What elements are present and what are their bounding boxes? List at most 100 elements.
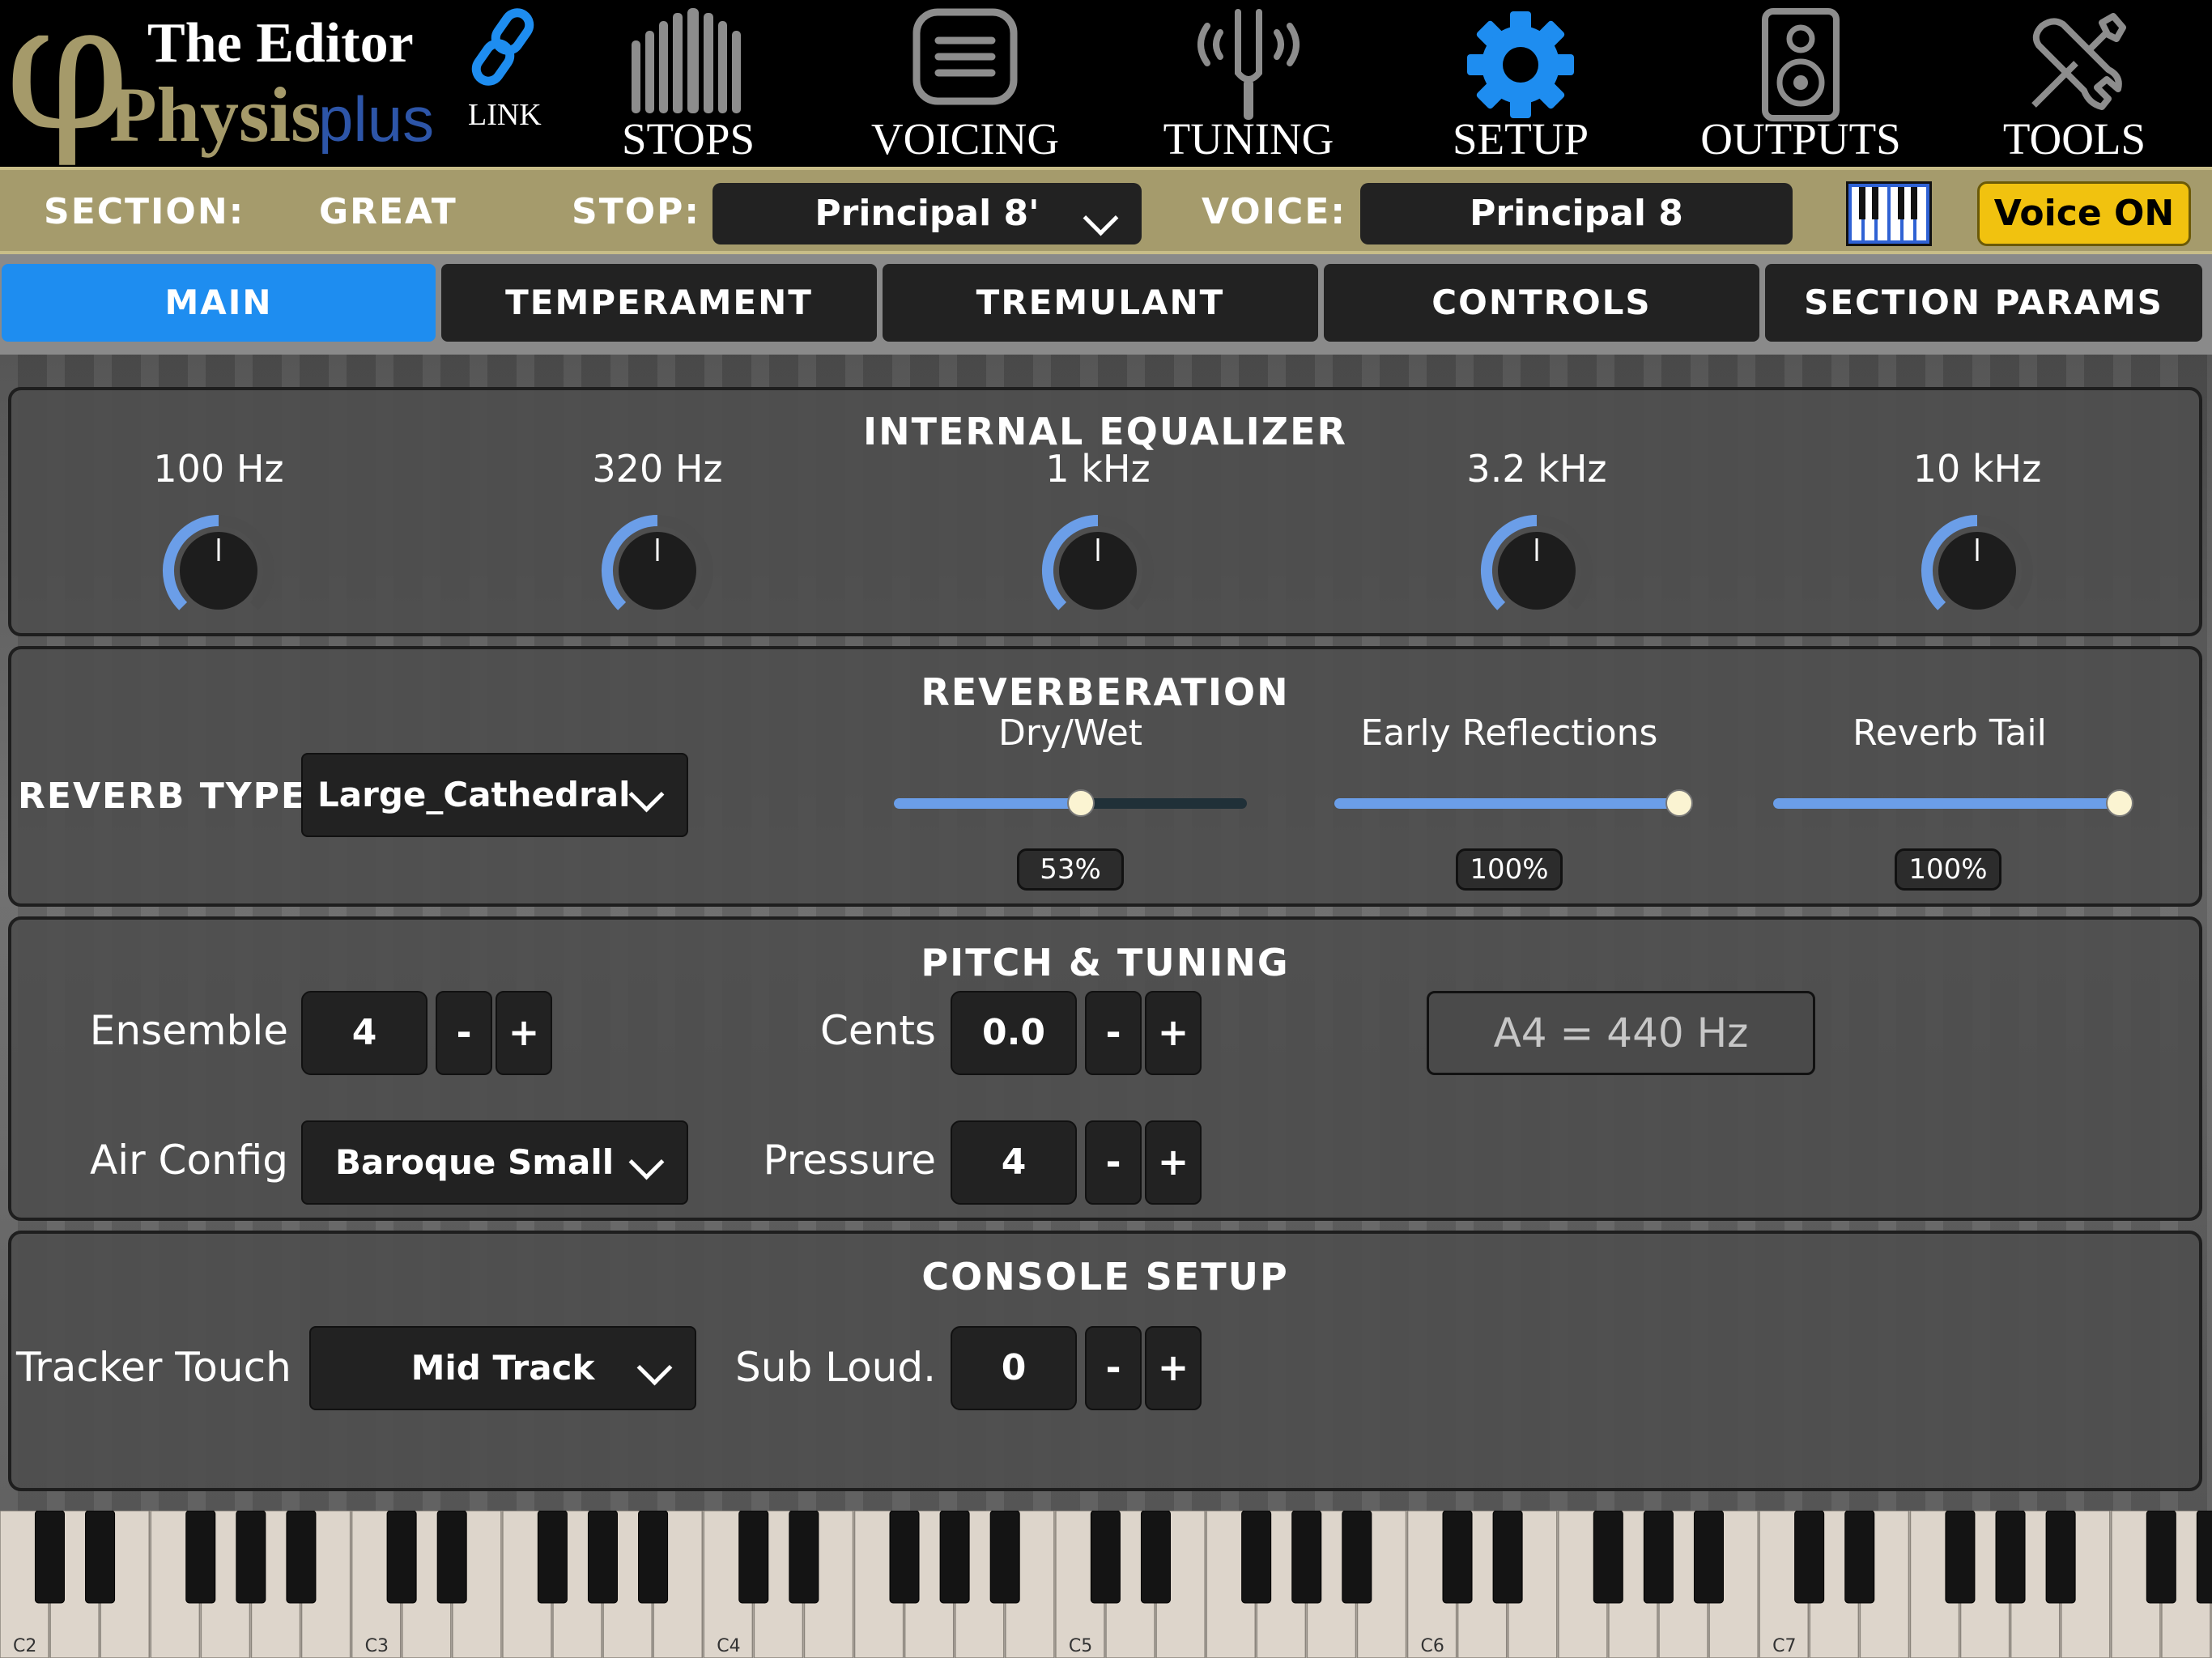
ensemble-value[interactable]: 4 <box>301 991 428 1075</box>
cents-value[interactable]: 0.0 <box>951 991 1077 1075</box>
black-key[interactable] <box>2146 1511 2176 1604</box>
tab-temperament[interactable]: TEMPERAMENT <box>441 264 877 342</box>
eq-knob-100hz[interactable] <box>158 510 279 631</box>
link-icon <box>471 8 534 86</box>
decrement-button[interactable]: - <box>1085 991 1142 1075</box>
air-config-dropdown[interactable]: Baroque Small <box>301 1120 688 1205</box>
decrement-button[interactable]: - <box>1085 1326 1142 1410</box>
gear-icon <box>1467 11 1574 118</box>
reverb-tail-value: 100% <box>1895 848 2001 891</box>
nav-tools[interactable]: TOOLS <box>1969 0 2180 167</box>
decrement-button[interactable]: - <box>1085 1120 1142 1205</box>
black-key[interactable] <box>2196 1511 2212 1604</box>
stop-dropdown[interactable]: Principal 8' <box>713 183 1142 244</box>
black-key[interactable] <box>1693 1511 1724 1604</box>
eq-knob-3-2khz[interactable] <box>1476 510 1597 631</box>
eq-knob-320hz[interactable] <box>597 510 718 631</box>
eq-freq-label: 100 Hz <box>153 447 284 491</box>
nav-setup[interactable]: SETUP <box>1415 0 1626 167</box>
increment-button[interactable]: + <box>496 991 552 1075</box>
nav-tuning[interactable]: TUNING <box>1143 0 1354 167</box>
reverb-type-value: Large_Cathedral <box>317 775 631 814</box>
increment-button[interactable]: + <box>1145 1120 1202 1205</box>
octave-label: C7 <box>1772 1636 1796 1656</box>
black-key[interactable] <box>85 1511 116 1604</box>
dry-wet-label: Dry/Wet <box>998 712 1143 754</box>
black-key[interactable] <box>537 1511 568 1604</box>
eq-knob-10khz[interactable] <box>1916 510 2038 631</box>
black-key[interactable] <box>1593 1511 1623 1604</box>
black-key[interactable] <box>2045 1511 2076 1604</box>
increment-button[interactable]: + <box>1145 1326 1202 1410</box>
reverb-type-dropdown[interactable]: Large_Cathedral <box>301 753 688 837</box>
black-key[interactable] <box>1140 1511 1171 1604</box>
link-button[interactable]: LINK <box>460 0 549 162</box>
voice-field[interactable]: Principal 8 <box>1360 183 1793 244</box>
section-bar: SECTION: GREAT STOP: Principal 8' VOICE:… <box>0 167 2212 254</box>
black-key[interactable] <box>738 1511 769 1604</box>
sub-loud-label: Sub Loud. <box>735 1344 936 1391</box>
black-key[interactable] <box>386 1511 417 1604</box>
slider-thumb[interactable] <box>2106 789 2133 817</box>
black-key[interactable] <box>436 1511 467 1604</box>
black-key[interactable] <box>889 1511 920 1604</box>
black-key[interactable] <box>1995 1511 2026 1604</box>
black-key[interactable] <box>34 1511 65 1604</box>
black-key[interactable] <box>1492 1511 1523 1604</box>
nav-voicing-label: VOICING <box>870 114 1060 164</box>
black-key[interactable] <box>286 1511 317 1604</box>
reverb-tail-slider[interactable] <box>1773 784 2133 824</box>
a4-reference-display: A4 = 440 Hz <box>1427 991 1815 1075</box>
section-value[interactable]: GREAT <box>319 191 457 232</box>
black-key[interactable] <box>789 1511 819 1604</box>
black-key[interactable] <box>1442 1511 1473 1604</box>
logo-brand: Physis <box>109 71 321 158</box>
eq-freq-label: 3.2 kHz <box>1466 447 1607 491</box>
tuning-fork-icon <box>1197 9 1300 120</box>
top-navigation-bar: φ The Editor Physis plus LINK STOPS VOIC… <box>0 0 2212 167</box>
black-key[interactable] <box>638 1511 669 1604</box>
black-key[interactable] <box>1342 1511 1372 1604</box>
early-reflections-slider[interactable] <box>1334 784 1693 824</box>
sub-loud-value[interactable]: 0 <box>951 1326 1077 1410</box>
black-key[interactable] <box>939 1511 970 1604</box>
chevron-down-icon <box>1083 200 1119 236</box>
decrement-button[interactable]: - <box>436 991 492 1075</box>
keyboard-icon[interactable] <box>1846 181 1932 246</box>
eq-freq-label: 1 kHz <box>1045 447 1151 491</box>
increment-button[interactable]: + <box>1145 991 1202 1075</box>
chevron-down-icon <box>636 1350 673 1386</box>
logo-brand-suffix: plus <box>318 83 435 155</box>
slider-thumb[interactable] <box>1665 789 1693 817</box>
tab-section-params[interactable]: SECTION PARAMS <box>1765 264 2202 342</box>
pressure-value[interactable]: 4 <box>951 1120 1077 1205</box>
black-key[interactable] <box>989 1511 1020 1604</box>
slider-thumb[interactable] <box>1067 789 1095 817</box>
tab-tremulant[interactable]: TREMULANT <box>883 264 1318 342</box>
black-key[interactable] <box>1291 1511 1322 1604</box>
nav-outputs[interactable]: OUTPUTS <box>1695 0 1906 167</box>
black-key[interactable] <box>236 1511 266 1604</box>
tab-controls[interactable]: CONTROLS <box>1324 264 1759 342</box>
tracker-touch-dropdown[interactable]: Mid Track <box>309 1326 696 1410</box>
black-key[interactable] <box>185 1511 216 1604</box>
reverb-tail-label: Reverb Tail <box>1853 712 2047 754</box>
eq-knob-1khz[interactable] <box>1037 510 1159 631</box>
black-key[interactable] <box>1090 1511 1121 1604</box>
organ-pipes-icon <box>632 8 741 113</box>
dry-wet-slider[interactable] <box>894 784 1247 824</box>
black-key[interactable] <box>1844 1511 1875 1604</box>
voice-on-button[interactable]: Voice ON <box>1977 181 2191 246</box>
ensemble-label: Ensemble <box>89 1007 288 1054</box>
black-key[interactable] <box>1794 1511 1825 1604</box>
nav-stops-label: STOPS <box>621 114 755 164</box>
black-key[interactable] <box>1241 1511 1272 1604</box>
nav-outputs-label: OUTPUTS <box>1700 114 1901 164</box>
tab-main[interactable]: MAIN <box>2 264 436 342</box>
black-key[interactable] <box>1643 1511 1674 1604</box>
black-key[interactable] <box>587 1511 618 1604</box>
nav-voicing[interactable]: VOICING <box>860 0 1070 167</box>
nav-stops[interactable]: STOPS <box>583 0 793 167</box>
piano-keyboard[interactable]: C2 C3 C4 C5 C6 C7 <box>0 1511 2212 1658</box>
black-key[interactable] <box>1945 1511 1976 1604</box>
